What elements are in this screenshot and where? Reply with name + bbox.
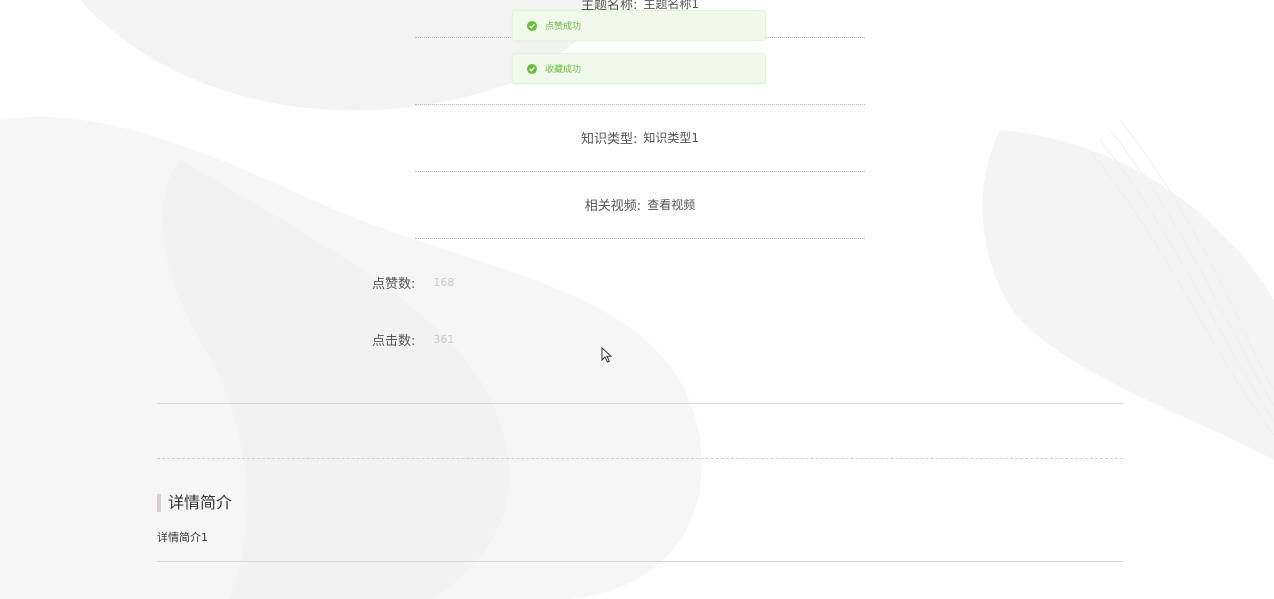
toast-message: 点赞成功 — [545, 22, 582, 32]
toast-message: 收藏成功 — [545, 65, 582, 75]
stat-label: 点击数: — [372, 333, 416, 349]
stat-label: 点赞数: — [372, 276, 416, 292]
divider — [157, 561, 1123, 562]
toast-favorite-success: 收藏成功 — [512, 53, 766, 84]
check-circle-icon — [527, 63, 537, 74]
field-label: 相关视频: — [584, 199, 642, 214]
section-text: 详情简介1 — [157, 531, 208, 544]
stat-likes: 点赞数: 168 — [372, 272, 454, 292]
view-video-link[interactable]: 查看视频 — [647, 196, 695, 213]
divider — [157, 403, 1123, 404]
check-circle-icon — [527, 20, 537, 31]
stat-value: 361 — [433, 332, 455, 346]
field-row-knowledge-type: 知识类型: 知识类型1 — [415, 104, 865, 172]
mouse-cursor-icon — [601, 347, 613, 363]
page: 主题名称: 主题名称1 知识类型: 知识类型1 相关视频: 查看视频 点赞数: … — [0, 0, 1274, 599]
toast-like-success: 点赞成功 — [512, 10, 766, 41]
field-row-related-video: 相关视频: 查看视频 — [415, 171, 865, 239]
field-value: 知识类型1 — [643, 131, 700, 145]
field-label: 知识类型: — [580, 132, 638, 147]
section-title: 详情简介 — [157, 494, 232, 512]
stat-value: 168 — [433, 275, 455, 289]
stat-clicks: 点击数: 361 — [372, 329, 454, 349]
divider-dashed — [157, 458, 1123, 459]
